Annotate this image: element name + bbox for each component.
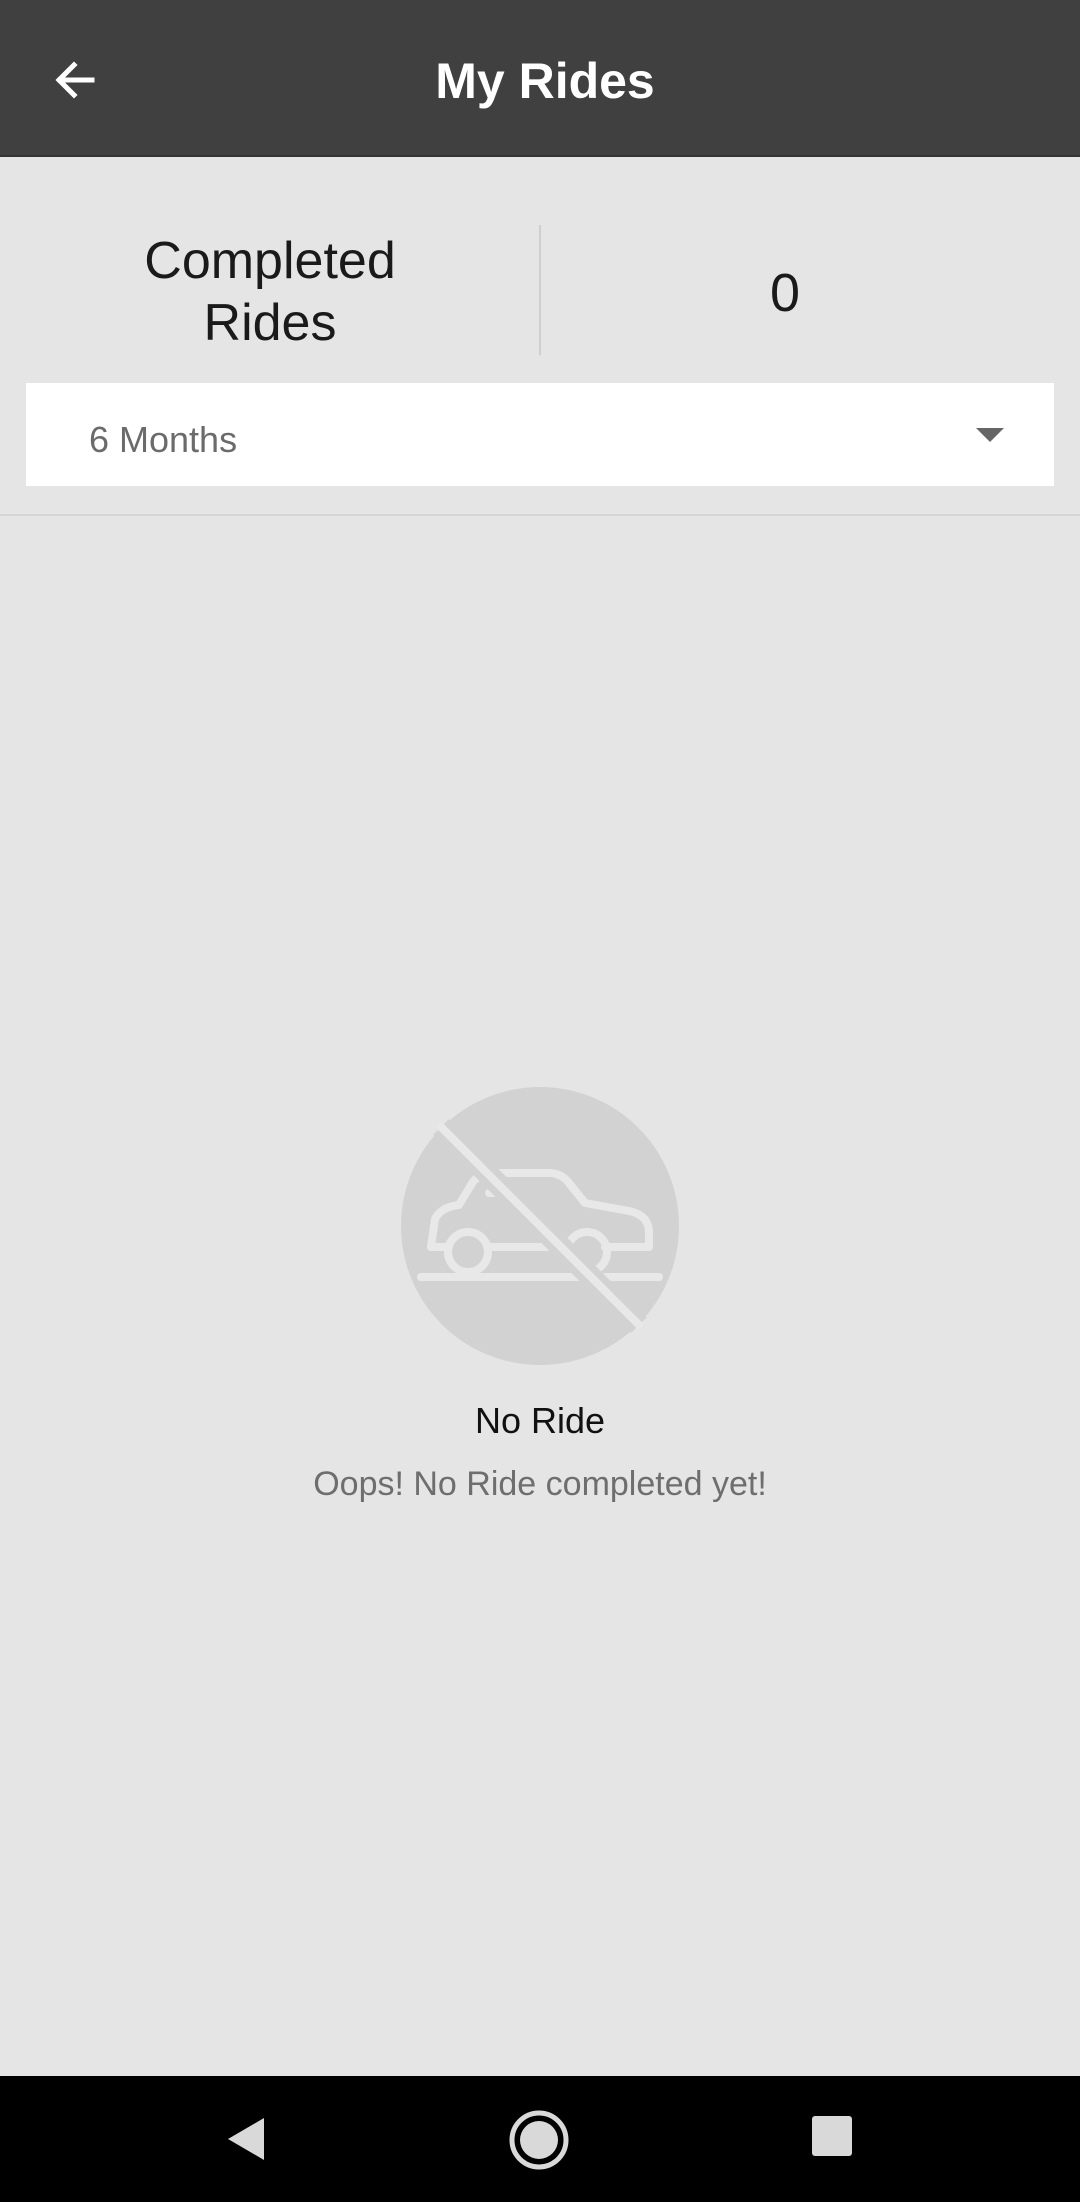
divider: [0, 514, 1080, 516]
completed-rides-count: 0: [769, 263, 801, 323]
nav-back-icon[interactable]: [222, 2114, 272, 2164]
rides-summary: Completed Rides 0: [0, 157, 1080, 383]
period-selected-value: 6 Months: [89, 419, 238, 460]
nav-home-icon[interactable]: [508, 2109, 570, 2171]
period-dropdown[interactable]: 6 Months: [26, 383, 1054, 486]
system-nav-bar: [0, 2076, 1080, 2202]
app-bar: My Rides: [0, 0, 1080, 157]
no-car-icon: [401, 1087, 679, 1365]
caret-down-icon: [976, 428, 1004, 442]
nav-recents-icon[interactable]: [812, 2116, 852, 2156]
empty-state-message: Oops! No Ride completed yet!: [313, 1465, 767, 1503]
page-title: My Rides: [435, 53, 655, 109]
completed-rides-label: Completed Rides: [144, 232, 396, 352]
empty-state-title: No Ride: [474, 1400, 606, 1441]
